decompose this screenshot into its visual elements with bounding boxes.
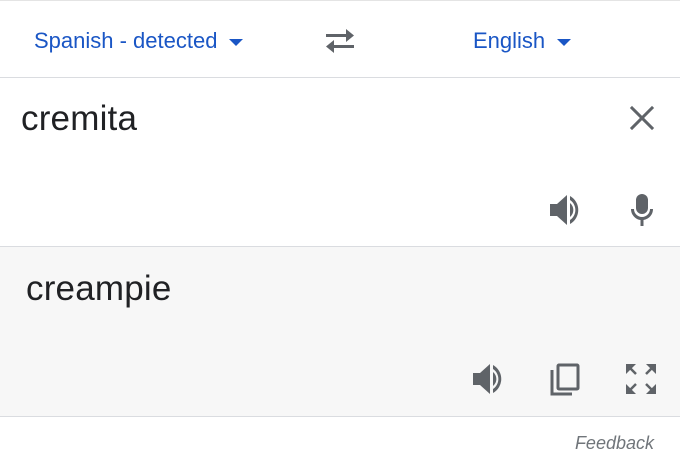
- result-panel: creampie: [0, 247, 680, 417]
- copy-icon: [550, 363, 580, 396]
- source-language-selector[interactable]: Spanish - detected: [34, 25, 244, 57]
- microphone-icon: [630, 194, 654, 226]
- language-bar: Spanish - detected English: [0, 0, 680, 78]
- voice-input-button[interactable]: [622, 190, 662, 230]
- clear-text-button[interactable]: [624, 100, 660, 136]
- caret-down-icon: [229, 39, 244, 46]
- fullscreen-button[interactable]: [621, 359, 661, 399]
- translated-text: creampie: [26, 269, 172, 308]
- caret-down-icon: [557, 39, 572, 46]
- close-icon: [629, 105, 655, 131]
- speaker-icon: [473, 364, 502, 394]
- target-language-label: English: [473, 28, 546, 53]
- copy-translation-button[interactable]: [545, 359, 585, 399]
- swap-arrows-icon: [326, 29, 354, 53]
- source-language-label: Spanish - detected: [34, 28, 218, 53]
- target-language-selector[interactable]: English: [473, 25, 572, 57]
- source-text-input[interactable]: cremita: [21, 99, 137, 139]
- listen-translation-button[interactable]: [469, 359, 509, 399]
- speaker-icon: [550, 195, 579, 225]
- footer: Feedback: [0, 417, 680, 470]
- listen-source-button[interactable]: [546, 190, 586, 230]
- swap-languages-button[interactable]: [322, 26, 358, 56]
- feedback-link[interactable]: Feedback: [575, 433, 654, 454]
- fullscreen-icon: [626, 364, 656, 394]
- source-panel: cremita: [0, 78, 680, 247]
- translate-widget: Spanish - detected English cremita cream…: [0, 0, 680, 470]
